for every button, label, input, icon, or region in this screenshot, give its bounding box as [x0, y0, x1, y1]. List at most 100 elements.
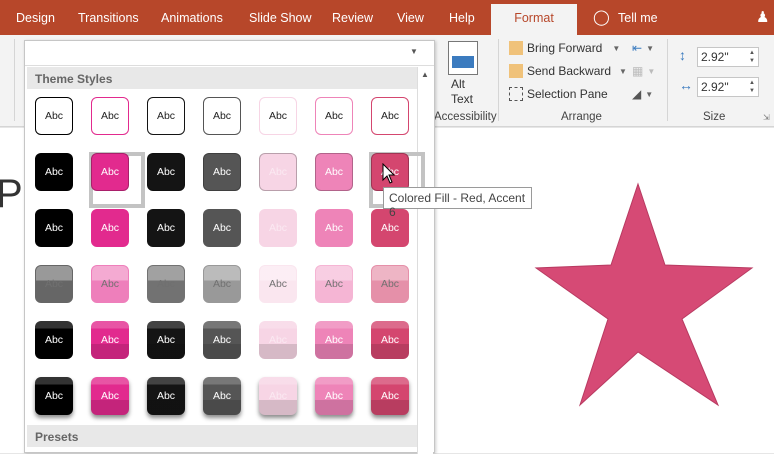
- style-tile[interactable]: Abc: [259, 321, 297, 359]
- style-tile-label: Abc: [268, 222, 288, 234]
- style-tile[interactable]: Abc: [203, 321, 241, 359]
- alt-text-icon: [448, 41, 478, 75]
- style-tile-label: Abc: [212, 390, 232, 402]
- bring-forward-button[interactable]: Bring Forward ▼: [509, 41, 620, 55]
- style-tile[interactable]: Abc: [91, 377, 129, 415]
- scroll-up-icon[interactable]: ▲: [421, 70, 429, 79]
- style-tile[interactable]: Abc: [35, 265, 73, 303]
- gallery-scrollbar[interactable]: ▲: [417, 67, 433, 454]
- style-tile-label: Abc: [156, 166, 176, 178]
- tab-transitions[interactable]: Transitions: [78, 11, 139, 25]
- style-tile-label: Abc: [44, 390, 64, 402]
- style-tile[interactable]: Abc: [315, 265, 353, 303]
- style-tile[interactable]: Abc: [35, 153, 73, 191]
- selection-pane-button[interactable]: Selection Pane: [509, 87, 608, 101]
- divider: [498, 39, 499, 121]
- style-tile[interactable]: Abc: [259, 265, 297, 303]
- style-tile[interactable]: Abc: [203, 265, 241, 303]
- chevron-down-icon[interactable]: ▼: [619, 67, 627, 76]
- style-tile[interactable]: Abc: [315, 209, 353, 247]
- style-tile-label: Abc: [380, 222, 400, 234]
- send-backward-button[interactable]: Send Backward ▼: [509, 64, 627, 78]
- style-tile[interactable]: Abc: [91, 97, 129, 135]
- tab-design[interactable]: Design: [16, 11, 55, 25]
- style-tile[interactable]: Abc: [35, 209, 73, 247]
- width-spinner[interactable]: ▲ ▼: [749, 79, 755, 95]
- tab-slide-show[interactable]: Slide Show: [249, 11, 312, 25]
- style-tile[interactable]: Abc: [91, 321, 129, 359]
- align-button[interactable]: ⇤ ▼: [632, 41, 654, 55]
- style-tile[interactable]: Abc: [371, 321, 409, 359]
- style-tile[interactable]: Abc: [147, 153, 185, 191]
- style-tile-label: Abc: [100, 110, 120, 122]
- style-tile[interactable]: Abc: [91, 209, 129, 247]
- style-tile-label: Abc: [324, 278, 344, 290]
- shape-height-input[interactable]: 2.92" ▲ ▼: [697, 47, 759, 67]
- style-tile[interactable]: Abc: [259, 97, 297, 135]
- tab-format[interactable]: Format: [491, 4, 577, 35]
- alt-text-button[interactable]: Alt: [451, 77, 465, 91]
- star-polygon[interactable]: [534, 182, 754, 407]
- selection-pane-label: Selection Pane: [527, 87, 608, 101]
- style-tile[interactable]: Abc: [35, 377, 73, 415]
- style-tile[interactable]: Abc: [371, 377, 409, 415]
- style-tile-label: Abc: [44, 278, 64, 290]
- style-tile[interactable]: Abc: [259, 209, 297, 247]
- style-tile[interactable]: Abc: [147, 377, 185, 415]
- style-tile-label: Abc: [100, 334, 120, 346]
- style-tile[interactable]: Abc: [91, 153, 129, 191]
- ribbon-tabs: Design Transitions Animations Slide Show…: [0, 0, 774, 35]
- tab-help[interactable]: Help: [449, 11, 475, 25]
- style-tile[interactable]: Abc: [35, 321, 73, 359]
- style-tile[interactable]: Abc: [315, 153, 353, 191]
- style-tile[interactable]: Abc: [371, 97, 409, 135]
- style-tile-label: Abc: [380, 390, 400, 402]
- style-tile[interactable]: Abc: [315, 321, 353, 359]
- style-tile-label: Abc: [44, 110, 64, 122]
- alt-text-label-2: Text: [451, 92, 474, 106]
- style-tile-label: Abc: [380, 278, 400, 290]
- dropdown-arrow-icon[interactable]: ▼: [410, 47, 418, 56]
- style-tile-label: Abc: [268, 166, 288, 178]
- style-tile[interactable]: Abc: [203, 377, 241, 415]
- style-tile-label: Abc: [156, 110, 176, 122]
- style-tile[interactable]: Abc: [147, 97, 185, 135]
- star-shape[interactable]: [530, 178, 760, 410]
- style-tile[interactable]: Abc: [203, 153, 241, 191]
- rotate-button[interactable]: ◢ ▼: [632, 87, 653, 101]
- style-tile[interactable]: Abc: [315, 377, 353, 415]
- style-tile-label: Abc: [324, 166, 344, 178]
- shape-width-input[interactable]: 2.92" ▲ ▼: [697, 77, 759, 97]
- tab-view[interactable]: View: [397, 11, 424, 25]
- chevron-down-icon[interactable]: ▼: [612, 44, 620, 53]
- style-tile-label: Abc: [324, 222, 344, 234]
- style-tile-label: Abc: [324, 390, 344, 402]
- tell-me-box[interactable]: Tell me: [618, 11, 658, 25]
- share-user-icon[interactable]: ♟: [756, 8, 769, 26]
- style-tile[interactable]: Abc: [147, 321, 185, 359]
- style-tile[interactable]: Abc: [91, 265, 129, 303]
- style-tile[interactable]: Abc: [371, 265, 409, 303]
- style-tile[interactable]: Abc: [259, 377, 297, 415]
- tab-animations[interactable]: Animations: [161, 11, 223, 25]
- style-tile-label: Abc: [100, 222, 120, 234]
- accessibility-group-label: Accessibility: [434, 111, 497, 123]
- style-tile-label: Abc: [268, 278, 288, 290]
- height-spinner[interactable]: ▲ ▼: [749, 49, 755, 65]
- style-tile-label: Abc: [212, 166, 232, 178]
- tab-review[interactable]: Review: [332, 11, 373, 25]
- style-tile[interactable]: Abc: [35, 97, 73, 135]
- style-tile[interactable]: Abc: [147, 209, 185, 247]
- group-button[interactable]: ▦ ▼: [632, 64, 655, 78]
- style-tile-label: Abc: [100, 390, 120, 402]
- size-dialog-launcher-icon[interactable]: ⇲: [763, 113, 770, 122]
- style-tile[interactable]: Abc: [147, 265, 185, 303]
- style-tile[interactable]: Abc: [259, 153, 297, 191]
- style-tile[interactable]: Abc: [315, 97, 353, 135]
- slide-title-partial: P: [0, 172, 23, 216]
- style-tile[interactable]: Abc: [203, 97, 241, 135]
- style-tile-label: Abc: [156, 222, 176, 234]
- alt-text-label: Text: [451, 92, 473, 106]
- tooltip: Colored Fill - Red, Accent 6: [383, 187, 532, 219]
- style-tile[interactable]: Abc: [203, 209, 241, 247]
